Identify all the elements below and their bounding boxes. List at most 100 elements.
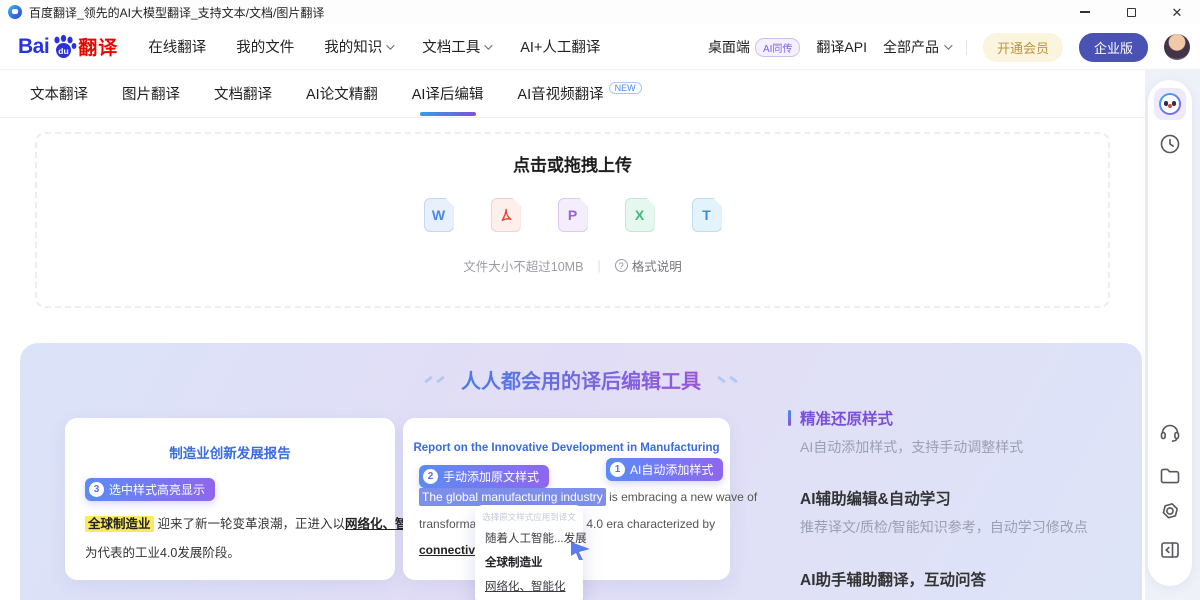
english-line2-end: y 4.0 era characterized by: [577, 517, 715, 531]
window-controls: ✕: [1062, 0, 1200, 24]
user-avatar[interactable]: [1164, 34, 1190, 60]
style-apply-dropdown: 选择原文样式应用到译文 随着人工智能...发展 全球制造业 网络化、智能化: [475, 505, 583, 600]
maximize-button[interactable]: [1108, 0, 1154, 24]
post-edit-promo-section: 人人都会用的译后编辑工具 制造业创新发展报告 3 选中样式高亮显示 全球制造业迎…: [20, 343, 1142, 600]
tab-image-translate[interactable]: 图片翻译: [122, 70, 180, 118]
tab-ai-audio-video[interactable]: AI音视频翻译NEW: [517, 70, 641, 118]
enterprise-button[interactable]: 企业版: [1079, 33, 1148, 62]
feature-ai-assist-edit: AI辅助编辑&自动学习 推荐译文/质检/智能知识参考，自动学习修改点: [788, 487, 1128, 537]
feature-desc: AI自动添加样式，支持手动调整样式: [800, 437, 1128, 457]
feature-title[interactable]: AI助手辅助翻译，互动问答: [800, 568, 1128, 590]
highlighted-term: 全球制造业: [85, 516, 154, 532]
feature-title[interactable]: 精准还原样式: [788, 407, 1128, 429]
settings-button[interactable]: [1158, 500, 1182, 524]
desktop-client-link[interactable]: 桌面端 AI同传: [708, 37, 800, 57]
minimize-icon: [1080, 11, 1090, 12]
header-divider: [966, 40, 967, 55]
customer-service-button[interactable]: [1158, 420, 1182, 444]
minimize-button[interactable]: [1062, 0, 1108, 24]
dropdown-item-1[interactable]: 随着人工智能...发展: [475, 526, 583, 550]
collapse-panel-icon: [1158, 538, 1182, 562]
tab-text-translate[interactable]: 文本翻译: [30, 70, 88, 118]
highlight-style-badge: 3 选中样式高亮显示: [85, 478, 215, 501]
active-indicator-bar: [788, 410, 791, 426]
feature-title[interactable]: AI辅助编辑&自动学习: [800, 487, 1128, 509]
baidu-translate-logo[interactable]: Bai du 翻译: [18, 33, 118, 60]
question-circle-icon: ?: [615, 259, 628, 272]
ai-mascot-icon: [1159, 93, 1181, 115]
word-file-icon: W: [424, 198, 454, 232]
window-titlebar: 百度翻译_领先的AI大模型翻译_支持文本/文档/图片翻译 ✕: [0, 0, 1200, 24]
dropdown-header: 选择原文样式应用到译文: [475, 511, 583, 523]
app-icon: [8, 5, 22, 19]
tab-ai-post-edit[interactable]: AI译后编辑: [412, 70, 484, 118]
promo-title: 人人都会用的译后编辑工具: [461, 365, 701, 394]
translate-api-link[interactable]: 翻译API: [816, 37, 867, 57]
english-line1: The global manufacturing industry is emb…: [419, 490, 757, 504]
file-size-hint: 文件大小不超过10MB: [463, 256, 583, 275]
ai-assistant-button[interactable]: [1154, 88, 1186, 120]
svg-text:du: du: [58, 46, 68, 56]
upload-dropzone[interactable]: 点击或拖拽上传 W P X T 文件大小不超过10MB | ? 格式说明: [35, 132, 1110, 308]
pdf-file-icon: [491, 198, 521, 232]
maximize-icon: [1127, 8, 1136, 17]
ai-simultaneous-badge: AI同传: [755, 38, 800, 57]
header-right: 桌面端 AI同传 翻译API 全部产品 开通会员 企业版: [708, 24, 1190, 70]
nav-ai-human-translate[interactable]: AI+人工翻译: [520, 36, 600, 57]
txt-file-icon: T: [692, 198, 722, 232]
all-products-menu[interactable]: 全部产品: [883, 37, 950, 57]
folder-icon: [1158, 464, 1182, 488]
translation-card-title: Report on the Innovative Development in …: [403, 442, 730, 454]
translate-mode-tabs: 文本翻译 图片翻译 文档翻译 AI论文精翻 AI译后编辑 AI音视频翻译NEW: [0, 70, 1145, 118]
excel-file-icon: X: [625, 198, 655, 232]
source-demo-card: 制造业创新发展报告 3 选中样式高亮显示 全球制造业迎来了新一轮变革浪潮，正进入…: [65, 418, 395, 580]
open-vip-button[interactable]: 开通会员: [983, 33, 1063, 62]
manual-style-badge: 2 手动添加原文样式: [419, 465, 549, 488]
gear-icon: [1158, 500, 1182, 524]
chevron-down-icon: [944, 41, 952, 49]
english-line2-start: transforma: [419, 517, 476, 531]
feature-ai-helper-qa: AI助手辅助翻译，互动问答 润色译文/双语审校/翻译详解，深度答疑: [788, 568, 1128, 600]
baidu-paw-icon: du: [50, 34, 77, 60]
pdf-acrobat-glyph: [496, 205, 516, 225]
sparkle-left-icon: [424, 378, 445, 381]
feature-desc: 推荐译文/质检/智能知识参考，自动学习修改点: [800, 517, 1128, 537]
collapse-sidebar-button[interactable]: [1158, 538, 1182, 562]
headset-icon: [1158, 420, 1182, 444]
feature-restore-style: 精准还原样式 AI自动添加样式，支持手动调整样式: [788, 407, 1128, 457]
nav-online-translate[interactable]: 在线翻译: [148, 36, 206, 57]
tab-ai-paper-translate[interactable]: AI论文精翻: [306, 70, 378, 118]
nav-my-files[interactable]: 我的文件: [236, 36, 294, 57]
file-type-icons: W P X T: [424, 198, 722, 232]
active-tab-underline: [420, 112, 476, 116]
logo-bai-text: Bai: [18, 35, 49, 59]
hint-divider: |: [597, 259, 600, 273]
selected-source-span: The global manufacturing industry: [419, 488, 606, 506]
chevron-down-icon: [484, 41, 492, 49]
history-button[interactable]: [1158, 132, 1182, 156]
nav-doc-tools[interactable]: 文档工具: [422, 36, 490, 57]
dropdown-item-3[interactable]: 网络化、智能化: [475, 574, 583, 598]
tab-doc-translate[interactable]: 文档翻译: [214, 70, 272, 118]
baidu-translate-app: { "window": { "title": "百度翻译_领先的AI大模型翻译_…: [0, 0, 1200, 600]
sparkle-right-icon: [717, 378, 738, 381]
nav-my-knowledge[interactable]: 我的知识: [324, 36, 392, 57]
new-badge: NEW: [609, 82, 642, 94]
clock-icon: [1158, 132, 1182, 156]
source-card-title: 制造业创新发展报告: [65, 442, 395, 462]
ai-auto-style-badge: 1 AI自动添加样式: [606, 458, 723, 481]
feature-list: 精准还原样式 AI自动添加样式，支持手动调整样式 AI辅助编辑&自动学习 推荐译…: [788, 407, 1128, 600]
close-button[interactable]: ✕: [1154, 0, 1200, 24]
promo-title-row: 人人都会用的译后编辑工具: [20, 365, 1142, 394]
upload-section: 点击或拖拽上传 W P X T 文件大小不超过10MB | ? 格式说明: [0, 118, 1145, 343]
dropdown-item-2[interactable]: 全球制造业: [475, 550, 583, 574]
format-help-link[interactable]: ? 格式说明: [615, 256, 682, 275]
upload-title: 点击或拖拽上传: [513, 151, 632, 176]
main-nav: 在线翻译 我的文件 我的知识 文档工具 AI+人工翻译: [148, 36, 600, 57]
source-card-text: 全球制造业迎来了新一轮变革浪潮，正进入以网络化、智能化 为代表的工业4.0发展阶…: [85, 510, 433, 568]
chevron-down-icon: [386, 41, 394, 49]
logo-suffix-text: 翻译: [78, 33, 118, 60]
main-header: Bai du 翻译 在线翻译 我的文件 我的知识 文档工具 AI+人工翻译 桌面…: [0, 24, 1200, 70]
my-files-button[interactable]: [1158, 464, 1182, 488]
mouse-cursor-icon: [569, 541, 591, 561]
